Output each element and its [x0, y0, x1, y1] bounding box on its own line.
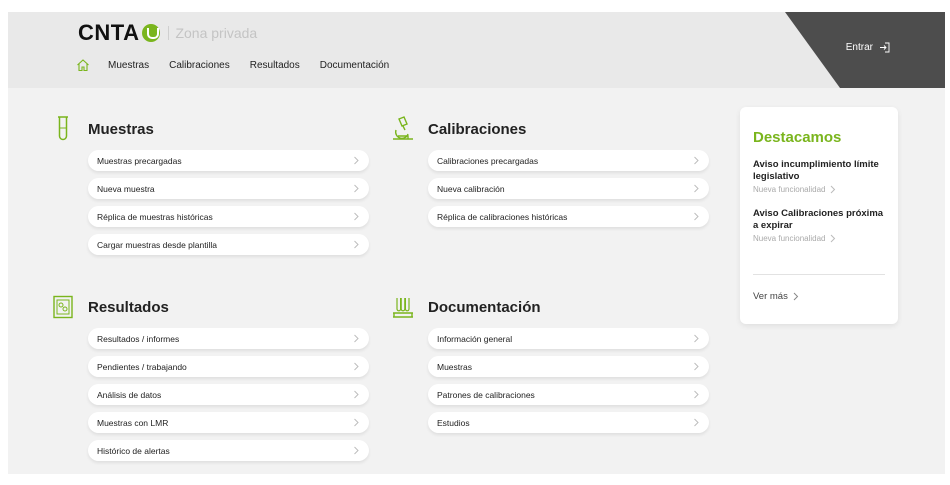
login-label: Entrar — [845, 42, 873, 53]
chevron-right-icon — [694, 334, 699, 343]
chevron-right-icon — [694, 362, 699, 371]
chevron-right-icon — [354, 418, 359, 427]
link-replica-muestras[interactable]: Réplica de muestras históricas — [88, 206, 369, 227]
section-muestras: Muestras Muestras precargadas Nueva mues… — [48, 114, 369, 262]
home-icon[interactable] — [76, 58, 90, 72]
zone-label: Zona privada — [168, 26, 257, 40]
link-muestras-precargadas[interactable]: Muestras precargadas — [88, 150, 369, 171]
section-calibraciones: Calibraciones Calibraciones precargadas … — [388, 114, 709, 234]
report-icon — [48, 292, 78, 322]
featured-item-title[interactable]: Aviso incumplimiento límite legislativo — [753, 159, 889, 183]
chevron-right-icon — [354, 390, 359, 399]
login-button[interactable]: Entrar — [846, 42, 890, 53]
chevron-right-icon — [793, 292, 799, 301]
link-label: Calibraciones precargadas — [437, 155, 539, 166]
lab-rack-icon — [388, 292, 418, 322]
login-icon — [880, 42, 890, 53]
chevron-right-icon — [694, 418, 699, 427]
link-label: Información general — [437, 333, 513, 344]
divider — [753, 274, 885, 275]
main-nav: Muestras Calibraciones Resultados Docume… — [76, 58, 409, 72]
link-label: Resultados / informes — [97, 333, 180, 344]
featured-item-title[interactable]: Aviso Calibraciones próxima a expirar — [753, 208, 889, 232]
featured-item-sub: Nueva funcionalidad — [753, 234, 826, 243]
chevron-right-icon — [354, 184, 359, 193]
nav-documentacion[interactable]: Documentación — [320, 60, 389, 71]
link-label: Réplica de calibraciones históricas — [437, 211, 568, 222]
featured-item[interactable]: Aviso Calibraciones próxima a expirar Nu… — [753, 208, 889, 243]
featured-title: Destacamos — [753, 129, 842, 146]
link-label: Pendientes / trabajando — [97, 361, 187, 372]
featured-item-link[interactable]: Nueva funcionalidad — [753, 234, 889, 243]
link-estudios[interactable]: Estudios — [428, 412, 709, 433]
test-tube-icon — [48, 114, 78, 144]
featured-card: Destacamos Aviso incumplimiento límite l… — [740, 107, 898, 324]
link-historico-alertas[interactable]: Histórico de alertas — [88, 440, 369, 461]
link-doc-muestras[interactable]: Muestras — [428, 356, 709, 377]
chevron-right-icon — [354, 334, 359, 343]
chevron-right-icon — [694, 156, 699, 165]
page-frame: CNTA Zona privada Muestras Calibraciones… — [8, 12, 945, 474]
chevron-right-icon — [354, 240, 359, 249]
section-title-calibraciones: Calibraciones — [428, 120, 527, 138]
link-label: Nueva muestra — [97, 183, 155, 194]
link-analisis-datos[interactable]: Análisis de datos — [88, 384, 369, 405]
link-nueva-calibracion[interactable]: Nueva calibración — [428, 178, 709, 199]
link-label: Histórico de alertas — [97, 445, 170, 456]
featured-item-sub: Nueva funcionalidad — [753, 185, 826, 194]
chevron-right-icon — [354, 212, 359, 221]
link-pendientes[interactable]: Pendientes / trabajando — [88, 356, 369, 377]
section-title-muestras: Muestras — [88, 120, 154, 138]
link-nueva-muestra[interactable]: Nueva muestra — [88, 178, 369, 199]
logo-mark-icon — [142, 24, 161, 42]
header: CNTA Zona privada Muestras Calibraciones… — [8, 12, 945, 88]
link-resultados-informes[interactable]: Resultados / informes — [88, 328, 369, 349]
link-label: Muestras — [437, 361, 472, 372]
link-label: Muestras con LMR — [97, 417, 169, 428]
link-muestras-lmr[interactable]: Muestras con LMR — [88, 412, 369, 433]
chevron-right-icon — [694, 184, 699, 193]
section-documentacion: Documentación Información general Muestr… — [388, 292, 709, 440]
chevron-right-icon — [694, 390, 699, 399]
link-label: Cargar muestras desde plantilla — [97, 239, 218, 250]
section-title-resultados: Resultados — [88, 298, 169, 316]
link-calibraciones-precargadas[interactable]: Calibraciones precargadas — [428, 150, 709, 171]
link-cargar-muestras[interactable]: Cargar muestras desde plantilla — [88, 234, 369, 255]
nav-muestras[interactable]: Muestras — [108, 60, 149, 71]
link-replica-calibraciones[interactable]: Réplica de calibraciones históricas — [428, 206, 709, 227]
link-label: Estudios — [437, 417, 470, 428]
link-label: Muestras precargadas — [97, 155, 182, 166]
ver-mas-label: Ver más — [753, 291, 788, 302]
link-label: Análisis de datos — [97, 389, 162, 400]
link-patrones-calibraciones[interactable]: Patrones de calibraciones — [428, 384, 709, 405]
chevron-right-icon — [694, 212, 699, 221]
chevron-right-icon — [830, 185, 835, 194]
chevron-right-icon — [830, 234, 835, 243]
chevron-right-icon — [354, 156, 359, 165]
featured-item[interactable]: Aviso incumplimiento límite legislativo … — [753, 159, 889, 194]
link-label: Réplica de muestras históricas — [97, 211, 213, 222]
logo-text: CNTA — [78, 20, 140, 45]
nav-calibraciones[interactable]: Calibraciones — [169, 60, 230, 71]
link-label: Patrones de calibraciones — [437, 389, 535, 400]
nav-resultados[interactable]: Resultados — [250, 60, 300, 71]
microscope-icon — [388, 114, 418, 144]
link-informacion-general[interactable]: Información general — [428, 328, 709, 349]
section-resultados: Resultados Resultados / informes Pendien… — [48, 292, 369, 468]
logo[interactable]: CNTA Zona privada — [78, 20, 257, 46]
chevron-right-icon — [354, 362, 359, 371]
ver-mas-link[interactable]: Ver más — [753, 291, 799, 302]
link-label: Nueva calibración — [437, 183, 505, 194]
chevron-right-icon — [354, 446, 359, 455]
featured-item-link[interactable]: Nueva funcionalidad — [753, 185, 889, 194]
section-title-documentacion: Documentación — [428, 298, 541, 316]
